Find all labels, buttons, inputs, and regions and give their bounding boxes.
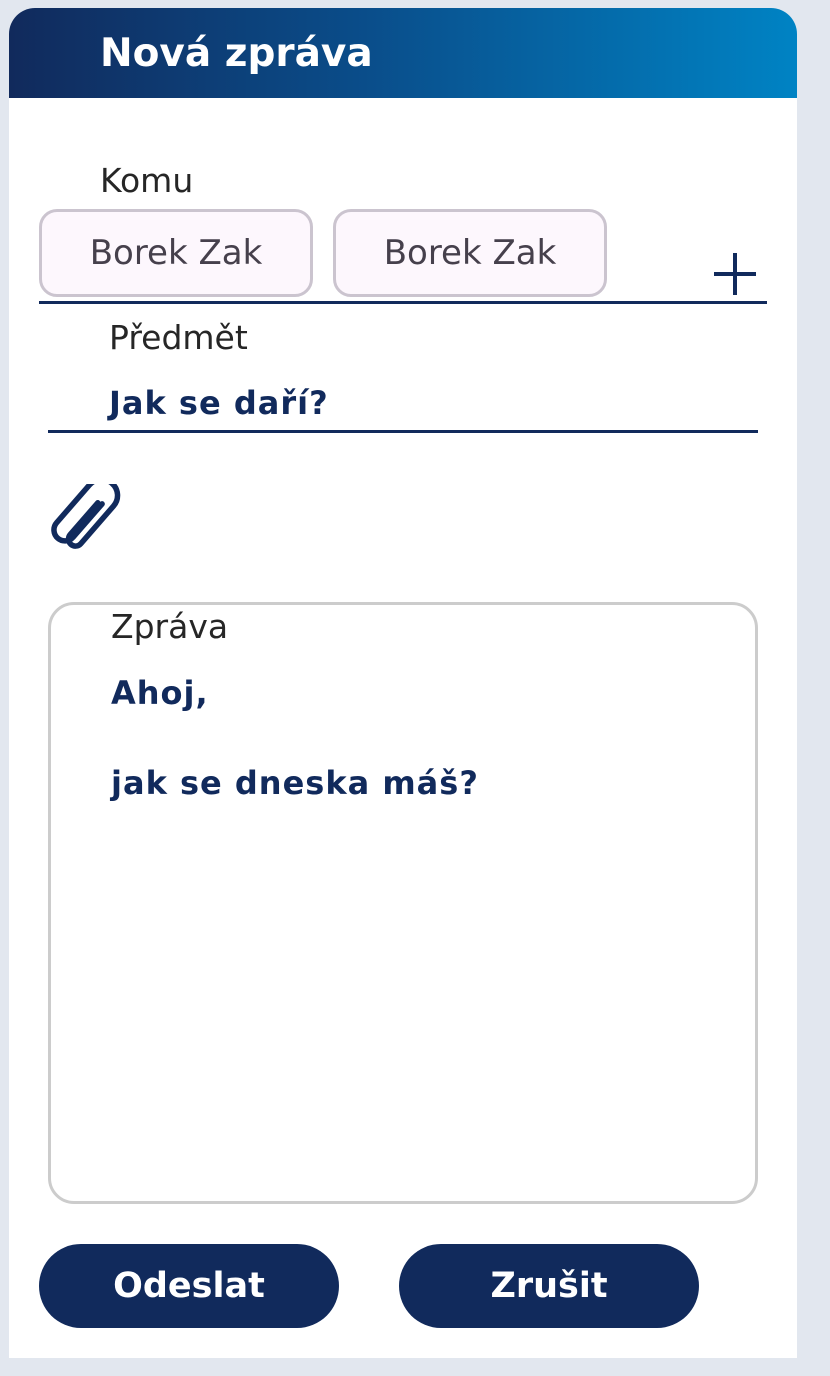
cancel-button[interactable]: Zrušit: [399, 1244, 699, 1328]
message-line: Ahoj,: [111, 674, 209, 712]
recipient-chip[interactable]: Borek Zak: [333, 209, 607, 297]
dialog-title: Nová zpráva: [100, 31, 373, 76]
recipients-underline: [39, 301, 767, 304]
paperclip-icon[interactable]: [51, 484, 127, 554]
send-button[interactable]: Odeslat: [39, 1244, 339, 1328]
message-textarea[interactable]: Zpráva Ahoj, jak se dneska máš?: [48, 602, 758, 1204]
subject-label: Předmět: [109, 318, 248, 357]
new-message-dialog: Nová zpráva Komu Borek Zak Borek Zak Pře…: [9, 8, 797, 1358]
subject-underline: [48, 430, 758, 433]
subject-input[interactable]: Jak se daří?: [109, 383, 329, 423]
recipient-chip[interactable]: Borek Zak: [39, 209, 313, 297]
message-line: jak se dneska máš?: [111, 764, 479, 802]
recipients-label: Komu: [100, 161, 194, 200]
message-label: Zpráva: [111, 607, 229, 646]
dialog-header: Nová zpráva: [9, 8, 797, 98]
plus-icon[interactable]: [714, 253, 756, 295]
